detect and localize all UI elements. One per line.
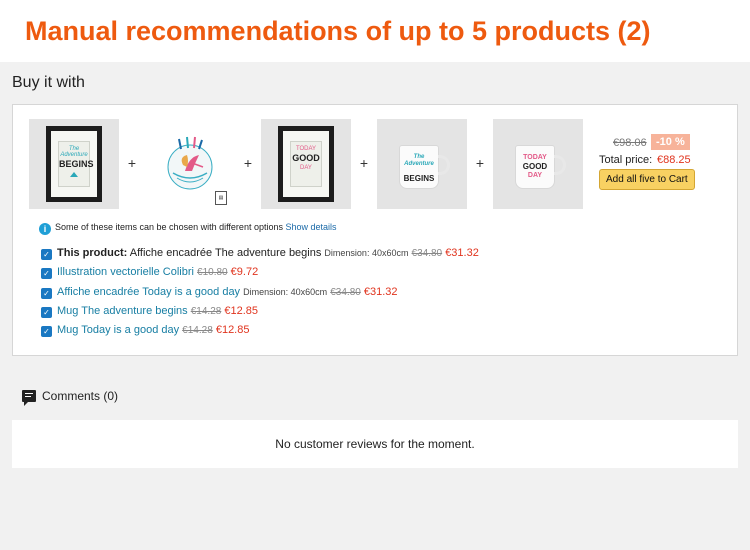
mug-text: TODAY [523,154,547,161]
hummingbird-icon [167,136,213,190]
checkbox-checked-icon[interactable]: ✓ [41,249,52,260]
bundle-item-row: ✓ Mug Today is a good day €14.28 €12.85 [41,324,249,337]
mug-text: The Adventure [404,154,434,167]
item-old-price: €14.28 [182,325,213,336]
bundle-box: The Adventure BEGINS + ▤ + TODAY GOOD DA… [12,104,738,356]
item-old-price: €34.80 [330,287,361,298]
info-icon: i [39,223,51,235]
poster-text: BEGINS [59,159,94,169]
mug-text: BEGINS [403,174,435,184]
poster-text: DAY [300,165,312,171]
checkbox-checked-icon[interactable]: ✓ [41,326,52,337]
reviews-box: No customer reviews for the moment. [12,420,738,468]
discount-badge: -10 % [651,134,690,150]
bundle-item-row: ✓ Mug The adventure begins €14.28 €12.85 [41,305,258,318]
item-new-price: €31.32 [363,286,398,298]
plus-sign: + [475,155,485,171]
frame: The Adventure BEGINS [46,126,102,202]
this-product-label: This product: [57,247,128,259]
no-reviews-message: No customer reviews for the moment. [275,437,475,451]
checkbox-checked-icon[interactable]: ✓ [41,307,52,318]
item-link[interactable]: Illustration vectorielle Colibri [57,266,194,278]
item-link[interactable]: Mug Today is a good day [57,324,179,336]
item-dimension: Dimension: 40x60cm [324,248,409,258]
item-name: Affiche encadrée The adventure begins [129,247,322,259]
mug-image: The Adventure BEGINS [399,145,450,189]
file-icon: ▤ [215,191,227,205]
comment-icon [22,390,36,406]
item-link[interactable]: Affiche encadrée Today is a good day [57,286,240,298]
poster-text: TODAY [295,146,317,152]
section-title: Buy it with [12,74,85,91]
item-old-price: €10.80 [197,267,228,278]
item-old-price: €34.80 [411,248,443,259]
total-price-label: Total price: [599,154,653,166]
add-all-to-cart-button[interactable]: Add all five to Cart [599,169,695,190]
poster-text: The Adventure [60,146,88,158]
checkbox-checked-icon[interactable]: ✓ [41,268,52,279]
top-banner: Manual recommendations of up to 5 produc… [0,0,750,62]
frame: TODAY GOOD DAY [278,126,334,202]
product-thumb-mug-adventure[interactable]: The Adventure BEGINS [377,119,467,209]
plus-sign: + [359,155,369,171]
item-new-price: €9.72 [230,266,259,278]
bundle-item-row: ✓ Affiche encadrée Today is a good day Di… [41,286,398,299]
product-thumb-poster-today[interactable]: TODAY GOOD DAY [261,119,351,209]
product-thumb-poster-adventure[interactable]: The Adventure BEGINS [29,119,119,209]
options-note: i Some of these items can be chosen with … [39,222,337,235]
item-new-price: €31.32 [445,247,479,259]
mug-image: TODAY GOOD DAY [515,145,566,189]
checkbox-checked-icon[interactable]: ✓ [41,288,52,299]
product-thumb-mug-today[interactable]: TODAY GOOD DAY [493,119,583,209]
item-new-price: €12.85 [224,305,259,317]
plus-sign: + [243,155,253,171]
triangle-icon [70,172,78,177]
options-note-text: Some of these items can be chosen with d… [55,222,283,232]
item-dimension: Dimension: 40x60cm [243,287,328,297]
mug-text: GOOD [522,161,548,171]
plus-sign: + [127,155,137,171]
total-price-value: €88.25 [657,154,691,166]
item-link[interactable]: Mug The adventure begins [57,305,188,317]
bundle-item-row: ✓ This product: Affiche encadrée The adve… [41,247,479,260]
bundle-item-row: ✓ Illustration vectorielle Colibri €10.80… [41,266,258,279]
poster-text: GOOD [292,153,320,163]
item-new-price: €12.85 [215,324,250,336]
mug-text: DAY [527,172,543,180]
product-thumb-colibri[interactable]: ▤ [145,119,235,209]
item-old-price: €14.28 [190,306,222,317]
old-total-price: €98.06 [613,137,647,149]
show-details-link[interactable]: Show details [285,222,336,232]
comments-title-text: Comments (0) [42,389,119,403]
banner-title: Manual recommendations of up to 5 produc… [25,16,651,46]
comments-heading: Comments (0) [22,389,119,406]
